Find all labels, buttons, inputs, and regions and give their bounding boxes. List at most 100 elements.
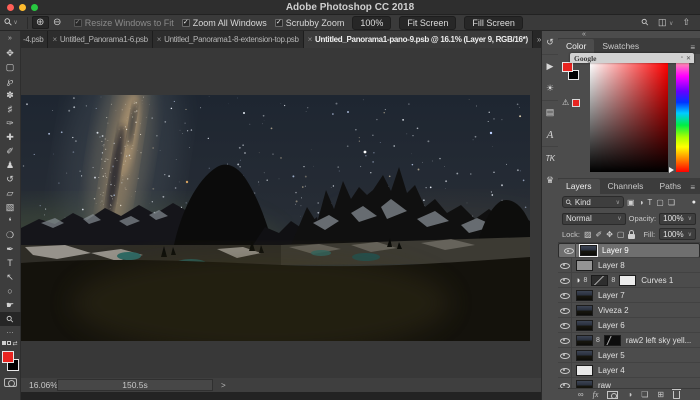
dodge-tool[interactable]: ❍ <box>0 228 21 242</box>
fill-select[interactable]: 100% ∨ <box>659 228 696 240</box>
saturation-brightness-field[interactable] <box>590 63 668 172</box>
opacity-select[interactable]: 100% ∨ <box>659 213 696 225</box>
quick-mask-button[interactable] <box>4 378 17 387</box>
visibility-toggle[interactable] <box>558 378 572 389</box>
visibility-toggle[interactable] <box>558 258 572 273</box>
fit-screen-button[interactable]: Fit Screen <box>399 16 456 30</box>
character-panel[interactable]: A <box>542 123 559 146</box>
search-icon[interactable]: ⚲ <box>639 16 651 28</box>
marquee-tool[interactable]: ▢ <box>0 60 21 74</box>
layer-style-icon[interactable]: fx <box>593 391 599 399</box>
layer-row[interactable]: Layer 8 <box>558 258 700 273</box>
properties-panel[interactable]: ▤ <box>542 100 559 123</box>
zoom-tool[interactable]: ⚲ <box>0 312 21 326</box>
layer-row[interactable]: raw <box>558 378 700 388</box>
visibility-toggle[interactable] <box>562 243 576 258</box>
tab-color[interactable]: Color <box>558 39 594 54</box>
minimize-window-button[interactable] <box>19 4 26 11</box>
option-checkbox[interactable]: ✓Scrubby Zoom <box>275 18 345 28</box>
layer-row[interactable]: Layer 4 <box>558 363 700 378</box>
lasso-tool[interactable]: ℘ <box>0 74 21 88</box>
clone-stamp-tool[interactable]: ♟ <box>0 158 21 172</box>
move-tool[interactable]: ✥ <box>0 46 21 60</box>
workspace-switcher[interactable]: ◫ ∨ <box>658 17 673 28</box>
new-adjustment-layer-icon[interactable]: ◑ <box>627 391 632 399</box>
layer-row[interactable]: Layer 6 <box>558 318 700 333</box>
foreground-color-swatch[interactable] <box>562 62 573 72</box>
close-icon[interactable]: × <box>308 35 312 44</box>
panel-menu-icon[interactable]: ≡ <box>690 183 695 194</box>
close-icon[interactable]: × <box>157 35 161 44</box>
visibility-toggle[interactable] <box>558 318 572 333</box>
new-group-icon[interactable]: ❏ <box>641 391 648 399</box>
type-tool[interactable]: T <box>0 256 21 270</box>
lock-position-icon[interactable]: ✥ <box>606 230 613 239</box>
filter-pixel-layers-icon[interactable]: ▣ <box>627 198 635 207</box>
close-window-button[interactable] <box>7 4 14 11</box>
status-chevron[interactable]: > <box>221 381 226 390</box>
document-tab[interactable]: ×Untitled_Panorama1-pano-9.psb @ 16.1% (… <box>304 31 533 48</box>
zoom-window-button[interactable] <box>31 4 38 11</box>
zoom-in-button[interactable]: ⊕ <box>32 16 49 29</box>
zoom-level-field[interactable]: 16.06% <box>29 380 55 390</box>
layer-row[interactable]: Layer 9 <box>558 243 700 258</box>
blur-tool[interactable]: ❛ <box>0 214 21 228</box>
visibility-toggle[interactable] <box>558 333 572 348</box>
zoom-out-button[interactable]: ⊖ <box>49 16 66 29</box>
edit-toolbar-button[interactable]: … <box>6 326 14 338</box>
zoom-100-button[interactable]: 100% <box>352 16 391 30</box>
option-checkbox[interactable]: ✓Resize Windows to Fit <box>74 18 174 28</box>
gradient-tool[interactable]: ▧ <box>0 200 21 214</box>
delete-layer-icon[interactable] <box>673 391 680 399</box>
layer-row[interactable]: ◑88Curves 1 <box>558 273 700 288</box>
filter-toggle-icon[interactable]: ● <box>692 199 696 206</box>
visibility-toggle[interactable] <box>558 303 572 318</box>
lock-pixels-icon[interactable]: ✐ <box>596 230 603 239</box>
history-brush-tool[interactable]: ↺ <box>0 172 21 186</box>
layer-row[interactable]: Layer 5 <box>558 348 700 363</box>
tk-actions-panel[interactable]: TK <box>542 146 559 169</box>
visibility-toggle[interactable] <box>558 288 572 303</box>
history-panel[interactable]: ↺ <box>542 31 559 54</box>
default-colors-control[interactable]: ⇄ <box>2 338 17 348</box>
filter-shape-layers-icon[interactable]: ▢ <box>656 198 664 207</box>
option-checkbox[interactable]: ✓Zoom All Windows <box>182 18 267 28</box>
adjustments-panel[interactable]: ☀ <box>542 77 559 100</box>
filter-adjustment-layers-icon[interactable]: ◑ <box>639 198 644 207</box>
link-layers-icon[interactable]: ∞ <box>578 391 584 399</box>
visibility-toggle[interactable] <box>558 363 572 378</box>
lock-all-icon[interactable] <box>628 234 635 239</box>
eyedropper-tool[interactable]: ✑ <box>0 116 21 130</box>
layer-row[interactable]: Layer 7 <box>558 288 700 303</box>
lock-artboard-icon[interactable]: ▢ <box>617 230 625 239</box>
blend-mode-select[interactable]: Normal ∨ <box>562 213 626 225</box>
pen-tool[interactable]: ✒ <box>0 242 21 256</box>
actions-panel[interactable]: ▶ <box>542 54 559 77</box>
fill-screen-button[interactable]: Fill Screen <box>464 16 523 30</box>
overlay-minimize-icon[interactable]: ▫ <box>681 55 683 62</box>
hand-tool[interactable]: ☛ <box>0 298 21 312</box>
lock-transparency-icon[interactable]: ▨ <box>584 230 592 239</box>
layer-row[interactable]: Viveza 2 <box>558 303 700 318</box>
filter-kind-select[interactable]: ⚲ Kind ∨ <box>562 196 624 208</box>
shape-tool[interactable]: ○ <box>0 284 21 298</box>
foreground-color-swatch[interactable] <box>2 351 14 363</box>
tab-swatches[interactable]: Swatches <box>594 39 647 54</box>
document-tab[interactable]: ×Untitled_Panorama1-8-extension-top.psb <box>153 31 304 48</box>
layer-row[interactable]: 8raw2 left sky yell... <box>558 333 700 348</box>
tab-layers[interactable]: Layers <box>558 179 600 194</box>
tab-paths[interactable]: Paths <box>651 179 689 194</box>
tool-preset[interactable]: ⚲ ∨ <box>0 17 23 28</box>
document-tab[interactable]: ×Untitled_Panorama1-6.psb <box>48 31 152 48</box>
share-icon[interactable]: ⇧ <box>682 17 690 28</box>
healing-brush-tool[interactable]: ✚ <box>0 130 21 144</box>
collapse-panels-icon[interactable]: « <box>582 31 586 38</box>
toolbar-expand-icon[interactable]: » <box>8 31 12 46</box>
visibility-toggle[interactable] <box>558 273 572 288</box>
brush-tool[interactable]: ✐ <box>0 144 21 158</box>
quick-selection-tool[interactable]: ✽ <box>0 88 21 102</box>
hue-slider[interactable] <box>676 63 689 172</box>
add-layer-mask-icon[interactable] <box>607 391 618 399</box>
filter-smart-objects-icon[interactable]: ❏ <box>668 198 675 207</box>
canvas-image[interactable] <box>21 95 530 341</box>
